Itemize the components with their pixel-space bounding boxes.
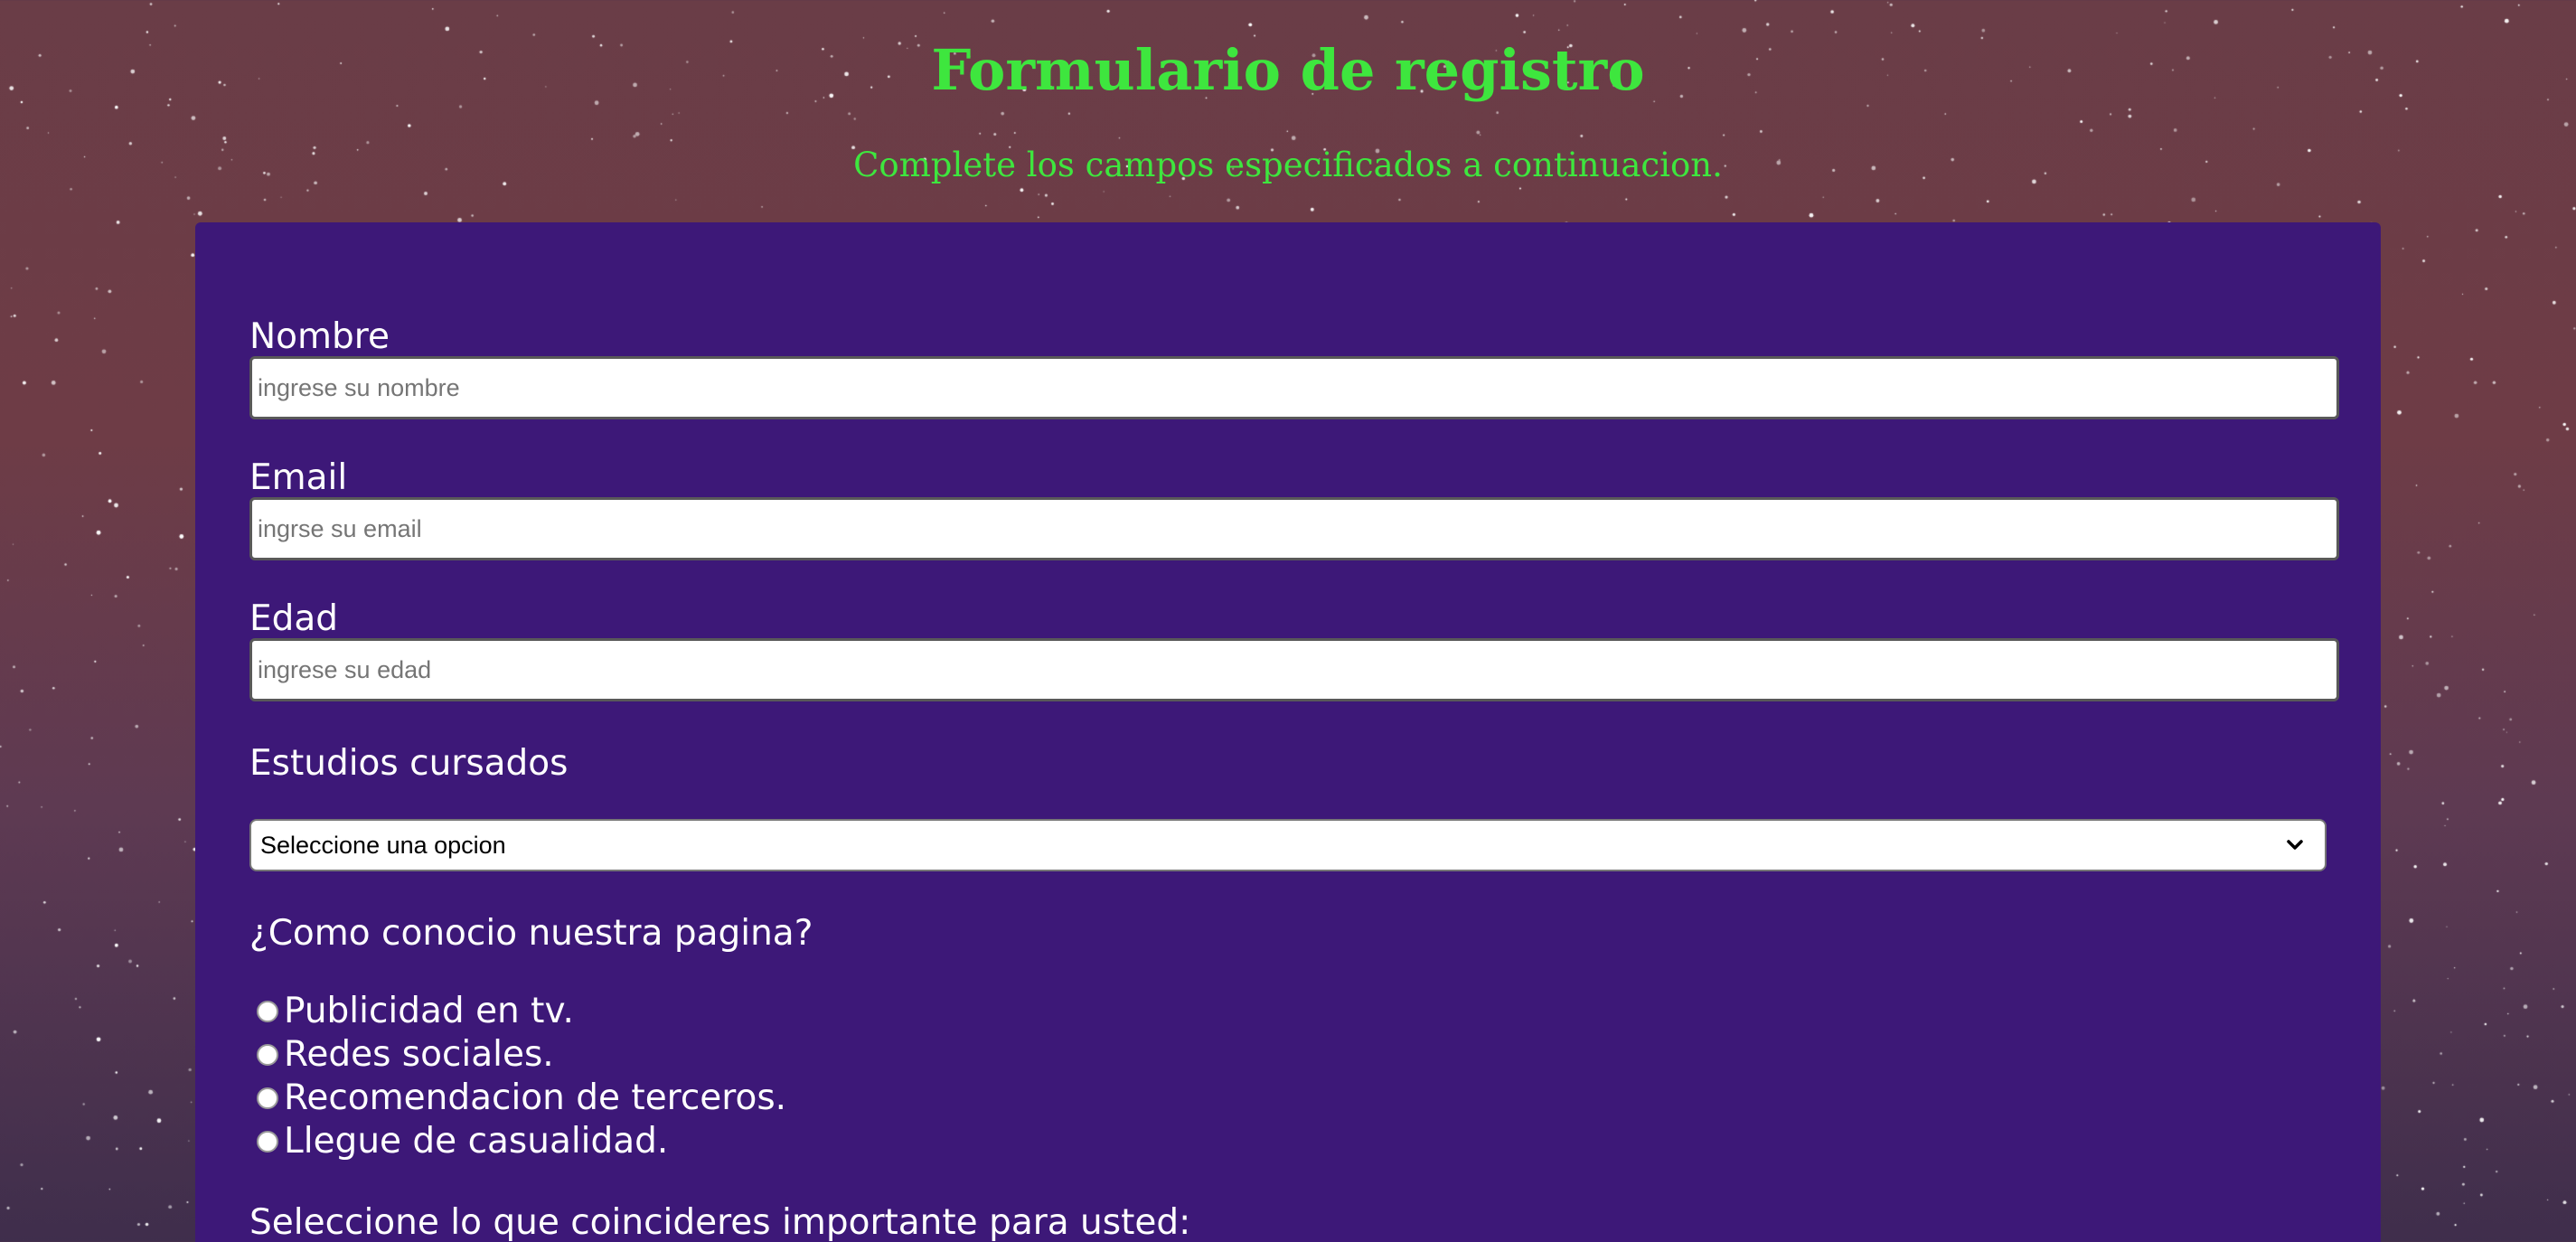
page-title: Formulario de registro [931, 37, 1645, 103]
discovery-option[interactable]: Publicidad en tv. [257, 991, 574, 1032]
radio-button[interactable] [257, 1001, 278, 1022]
studies-label: Estudios cursados [249, 743, 569, 784]
studies-select-value: Seleccione una opcion [260, 831, 506, 859]
importance-label: Seleccione lo que coincideres importante… [249, 1202, 1191, 1242]
registration-form: Nombre Email Edad Estudios cursados Sele… [195, 222, 2381, 1242]
name-input[interactable] [249, 356, 2339, 419]
radio-button[interactable] [257, 1131, 278, 1153]
radio-button[interactable] [257, 1087, 278, 1109]
age-input[interactable] [249, 638, 2339, 701]
email-label: Email [249, 457, 348, 498]
discovery-option-label: Recomendacion de terceros. [284, 1077, 787, 1118]
radio-button[interactable] [257, 1044, 278, 1066]
discovery-question: ¿Como conocio nuestra pagina? [249, 913, 813, 954]
email-input[interactable] [249, 497, 2339, 560]
page-header: Formulario de registro Complete los camp… [0, 0, 2576, 221]
discovery-option-label: Redes sociales. [284, 1034, 554, 1075]
discovery-option-label: Publicidad en tv. [284, 991, 574, 1031]
chevron-down-icon [2287, 840, 2303, 850]
name-label: Nombre [249, 316, 390, 357]
discovery-option[interactable]: Redes sociales. [257, 1034, 554, 1076]
studies-select[interactable]: Seleccione una opcion [249, 819, 2327, 871]
page-subtitle: Complete los campos especificados a cont… [853, 146, 1723, 184]
discovery-option[interactable]: Llegue de casualidad. [257, 1121, 668, 1162]
discovery-option-label: Llegue de casualidad. [284, 1121, 669, 1162]
discovery-option[interactable]: Recomendacion de terceros. [257, 1077, 786, 1119]
age-label: Edad [249, 598, 339, 639]
